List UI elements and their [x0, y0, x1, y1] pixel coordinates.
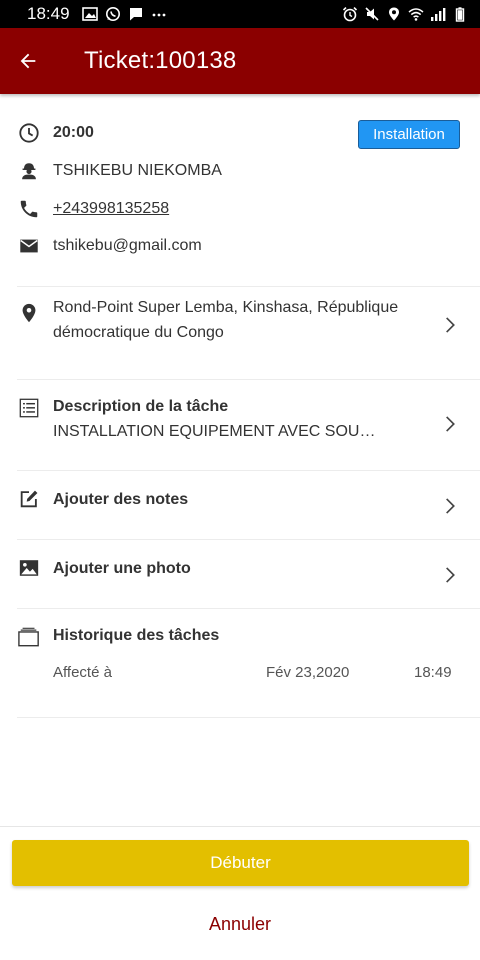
- mute-icon: [365, 7, 379, 21]
- more-dots-icon: [152, 13, 165, 17]
- history-time: 18:49: [414, 664, 452, 681]
- divider: [17, 717, 480, 718]
- image-icon: [81, 7, 98, 21]
- phone-link[interactable]: +243998135258: [53, 200, 169, 218]
- edit-icon: [17, 487, 41, 511]
- page-title: Ticket:100138: [84, 47, 237, 74]
- history-icon: [17, 625, 41, 649]
- history-title: Historique des tâches: [53, 627, 220, 644]
- clock-icon: [18, 122, 40, 144]
- task-history-section: Historique des tâches: [0, 609, 480, 717]
- start-button[interactable]: Débuter: [12, 840, 469, 886]
- alarm-icon: [342, 7, 358, 22]
- chevron-right-icon: [440, 496, 460, 516]
- chevron-right-icon: [440, 315, 460, 335]
- arrow-back-icon: [20, 53, 36, 69]
- battery-icon: [455, 7, 465, 22]
- task-title: Description de la tâche: [53, 398, 229, 415]
- mail-icon: [18, 235, 40, 257]
- status-time: 18:49: [27, 4, 70, 23]
- history-status: Affecté à: [53, 664, 112, 681]
- back-button[interactable]: [0, 28, 56, 94]
- add-photo-row[interactable]: Ajouter une photo: [0, 540, 480, 608]
- chevron-right-icon: [440, 565, 460, 585]
- address-text: Rond-Point Super Lemba, Kinshasa, Républ…: [53, 299, 399, 341]
- bottom-divider: [0, 826, 480, 827]
- category-badge: Installation: [358, 120, 460, 149]
- phone-row: +243998135258: [0, 190, 480, 227]
- wifi-icon: [408, 8, 424, 21]
- customer-row: TSHIKEBU NIEKOMBA: [0, 152, 480, 189]
- app-bar: Ticket:100138: [0, 28, 480, 94]
- phone-icon: [18, 198, 40, 220]
- history-date: Fév 23,2020: [266, 664, 350, 681]
- customer-name: TSHIKEBU NIEKOMBA: [53, 161, 222, 179]
- location-icon: [389, 7, 399, 21]
- status-left-icons: [81, 6, 167, 22]
- task-description: INSTALLATION EQUIPEMENT AVEC SOU…: [53, 423, 376, 440]
- whatsapp-icon: [105, 7, 120, 21]
- task-description-row[interactable]: Description de la tâche INSTALLATION EQU…: [0, 380, 480, 470]
- status-right-icons: [342, 6, 468, 22]
- address-row[interactable]: Rond-Point Super Lemba, Kinshasa, Républ…: [0, 287, 480, 379]
- message-icon: [129, 8, 142, 21]
- customer-email: tshikebu@gmail.com: [53, 236, 202, 254]
- email-row: tshikebu@gmail.com: [0, 227, 480, 264]
- chevron-right-icon: [440, 414, 460, 434]
- person-icon: [18, 160, 40, 182]
- photo-icon: [17, 556, 41, 580]
- status-bar: 18:49: [0, 0, 480, 28]
- add-photo-label: Ajouter une photo: [53, 560, 191, 577]
- add-notes-label: Ajouter des notes: [53, 491, 189, 508]
- location-pin-icon: [17, 301, 41, 325]
- ticket-time: 20:00: [53, 123, 94, 141]
- add-notes-row[interactable]: Ajouter des notes: [0, 471, 480, 539]
- cancel-button[interactable]: Annuler: [140, 905, 340, 943]
- list-icon: [17, 396, 41, 420]
- signal-icon: [431, 8, 446, 21]
